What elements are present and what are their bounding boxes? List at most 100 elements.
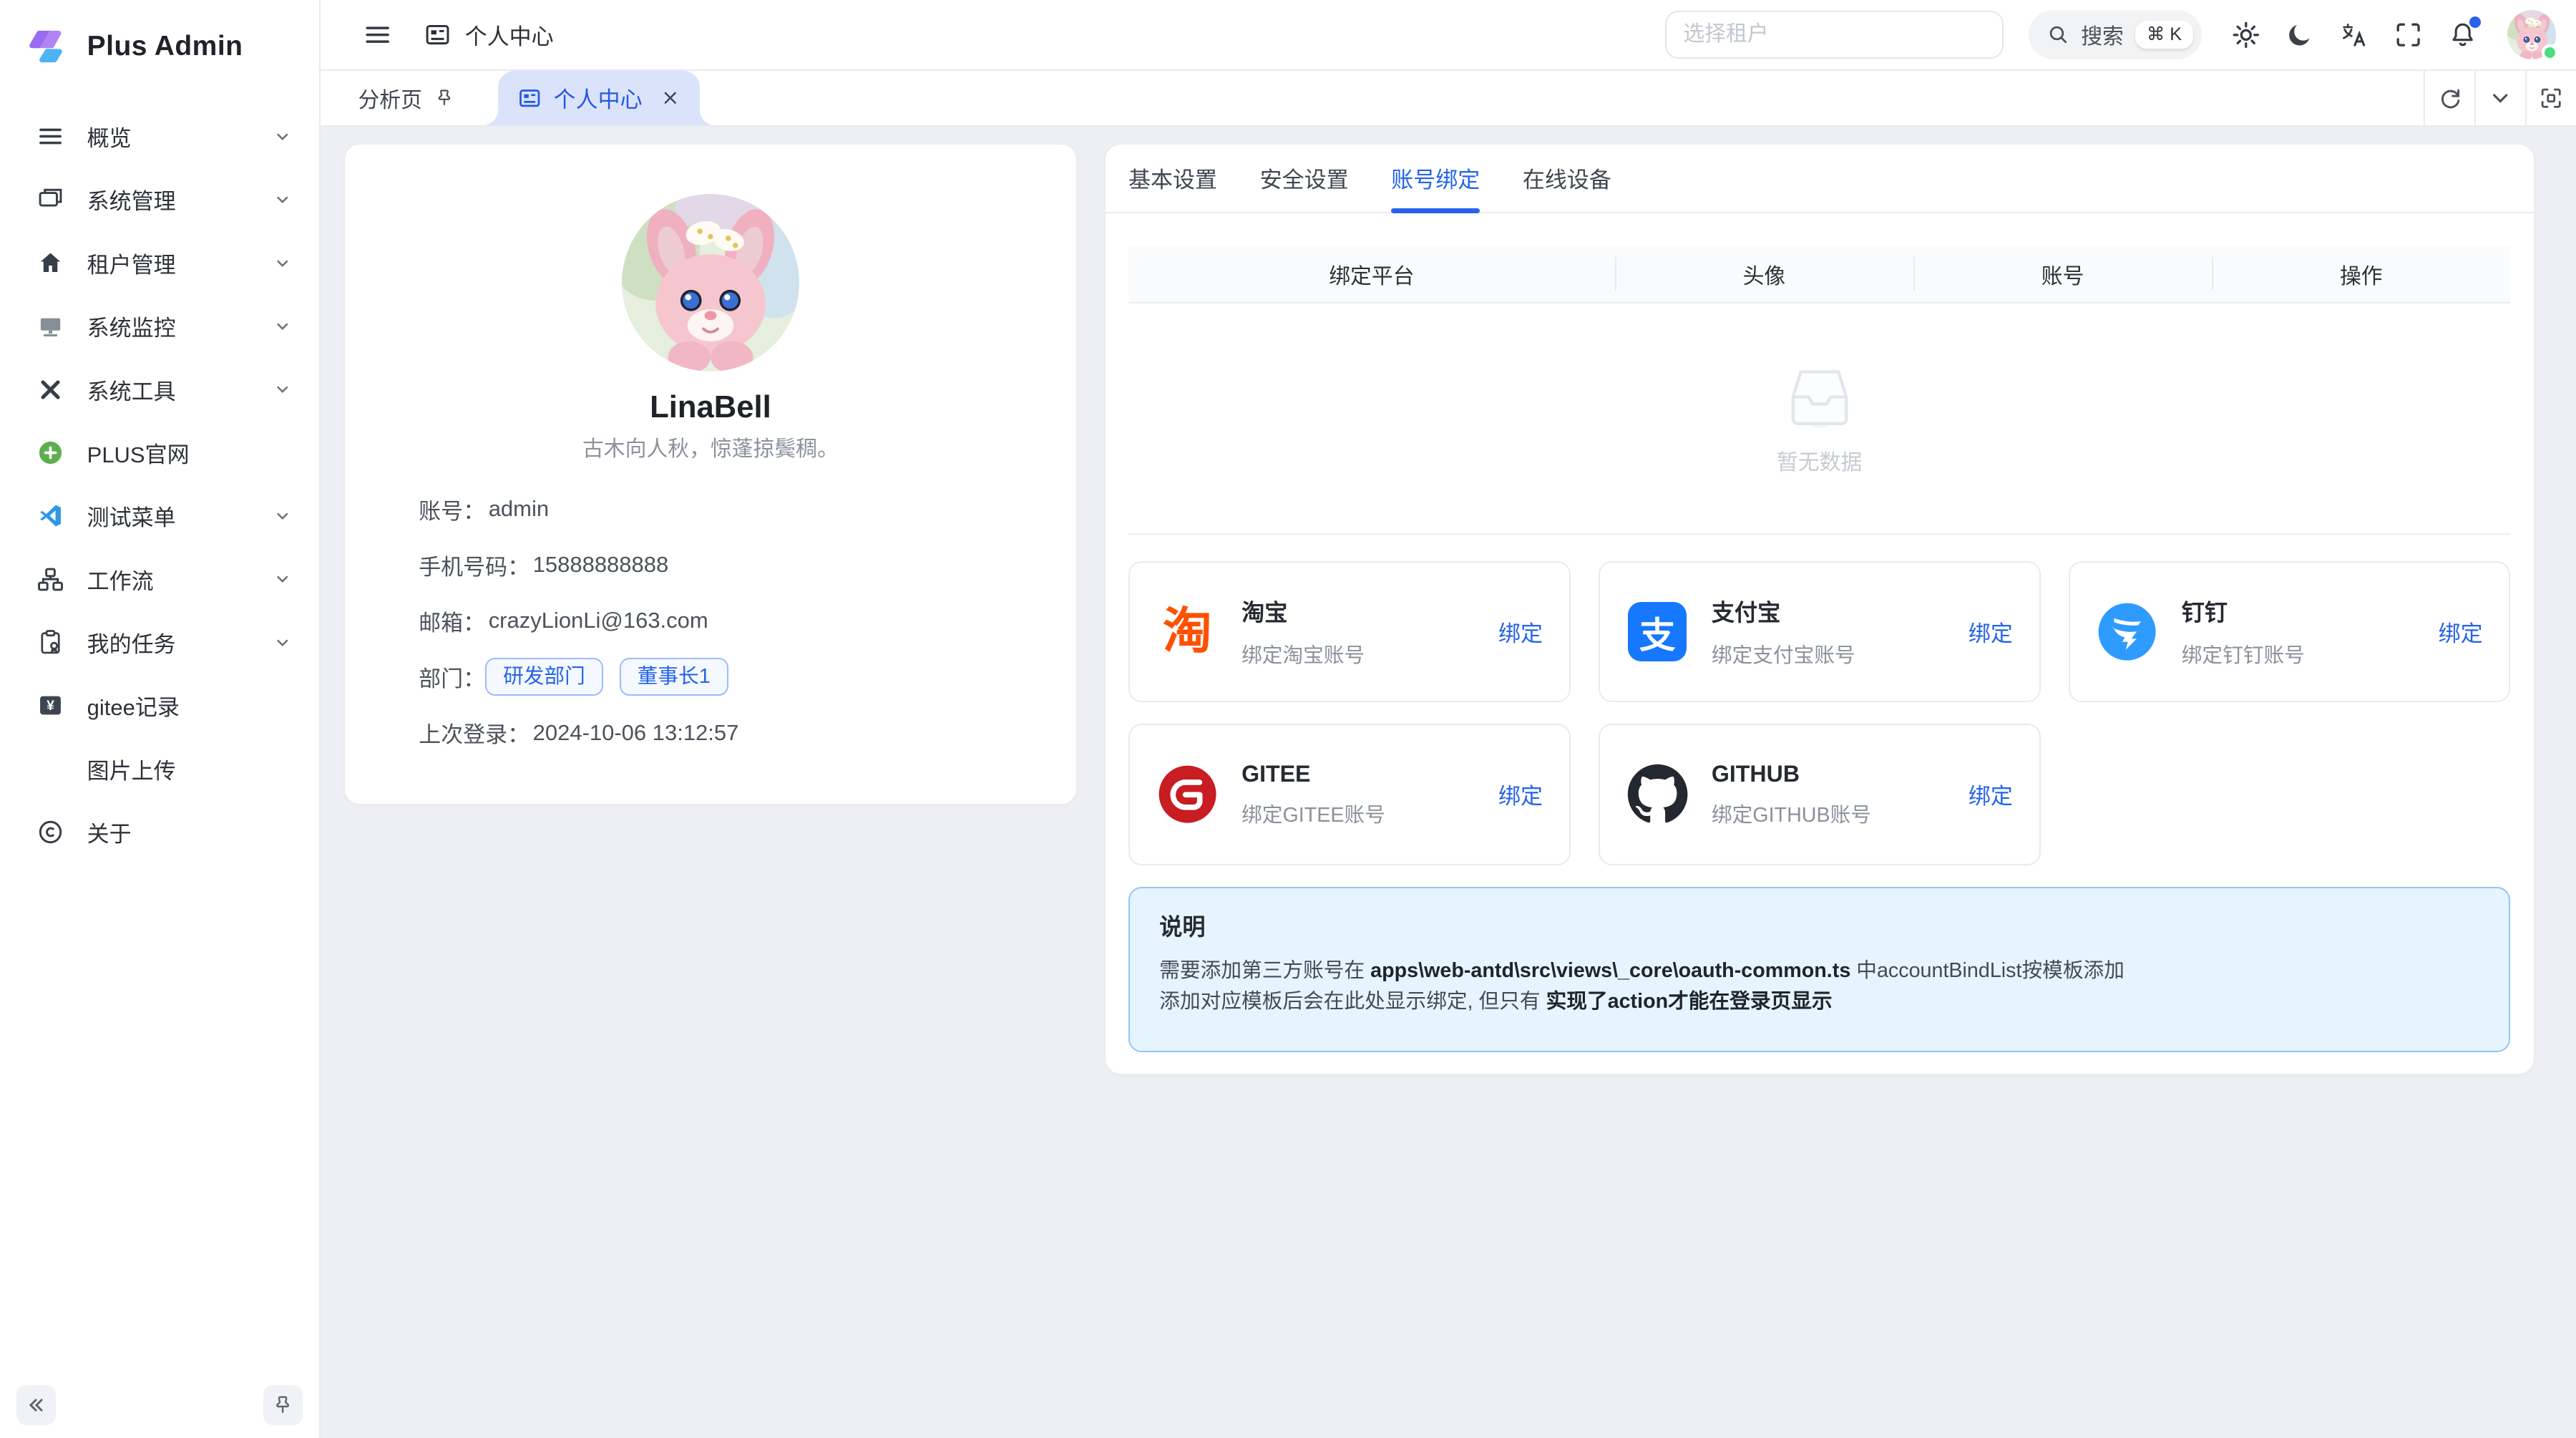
workflow-icon <box>36 565 64 593</box>
profile-field-last-login: 上次登录： 2024-10-06 13:12:57 <box>419 705 1076 761</box>
field-label: 上次登录： <box>419 716 530 749</box>
copyright-icon <box>36 818 64 846</box>
settings-gear-icon <box>2230 19 2262 51</box>
app-logo[interactable]: Plus Admin <box>0 0 319 85</box>
chevron-down-icon <box>273 253 293 273</box>
app-title: Plus Admin <box>87 31 243 62</box>
tools-icon <box>36 376 64 404</box>
bind-link[interactable]: 绑定 <box>1498 616 1543 648</box>
instructions-note: 说明 需要添加第三方账号在 apps\web-antd\src\views\_c… <box>1128 887 2510 1053</box>
profile-motto: 古木向人秋，惊蓬掠鬓稠。 <box>345 437 1076 463</box>
binding-desc: 绑定淘宝账号 <box>1241 639 1498 669</box>
note-title: 说明 <box>1159 909 2479 942</box>
sidebar: Plus Admin 概览 系统管理 租户管理 系统监控 <box>0 0 321 1438</box>
field-value: 2024-10-06 13:12:57 <box>533 720 739 746</box>
sidebar-pin-button[interactable] <box>263 1385 303 1424</box>
sidebar-collapse-button[interactable] <box>16 1385 56 1424</box>
profile-fields: 账号： admin 手机号码： 15888888888 邮箱： crazyLio… <box>419 481 1076 760</box>
chevron-down-icon <box>273 379 293 399</box>
svg-text:¥: ¥ <box>47 699 54 714</box>
theme-toggle-button[interactable] <box>2277 11 2323 57</box>
id-card-icon <box>424 21 452 49</box>
yen-badge-icon: ¥ <box>36 691 64 719</box>
note-line-1: 需要添加第三方账号在 apps\web-antd\src\views\_core… <box>1159 956 2479 987</box>
binding-card-gitee: GITEE 绑定GITEE账号 绑定 <box>1128 724 1571 865</box>
taobao-logo: 淘 <box>1156 601 1219 663</box>
sidebar-item-gitee-records[interactable]: ¥ gitee记录 <box>13 678 306 734</box>
language-button[interactable] <box>2331 11 2377 57</box>
bind-link[interactable]: 绑定 <box>1498 778 1543 810</box>
bind-link[interactable]: 绑定 <box>1968 616 2013 648</box>
sidebar-item-tenant-management[interactable]: 租户管理 <box>13 235 306 291</box>
sidebar-item-test-menu[interactable]: 测试菜单 <box>13 488 306 544</box>
binding-title: GITEE <box>1241 761 1498 787</box>
notification-dot <box>2469 16 2481 28</box>
tab-account-binding[interactable]: 账号绑定 <box>1391 145 1480 212</box>
breadcrumb[interactable]: 个人中心 <box>424 19 553 51</box>
column-platform: 绑定平台 <box>1128 246 1615 302</box>
binding-desc: 绑定钉钉账号 <box>2182 639 2439 669</box>
sidebar-nav: 概览 系统管理 租户管理 系统监控 系统工具 <box>0 85 319 860</box>
bind-link[interactable]: 绑定 <box>1968 778 2013 810</box>
search-shortcut-badge: ⌘ K <box>2135 21 2193 49</box>
fullscreen-button[interactable] <box>2386 11 2431 57</box>
sidebar-item-about[interactable]: 关于 <box>13 805 306 860</box>
department-tag: 董事长1 <box>620 658 728 695</box>
search-icon <box>2046 23 2069 46</box>
global-search-button[interactable]: 搜索 ⌘ K <box>2029 10 2202 59</box>
fullscreen-icon <box>2394 20 2423 49</box>
tenant-select-input[interactable] <box>1665 11 2004 59</box>
sidebar-item-plus-website[interactable]: PLUS官网 <box>13 424 306 480</box>
tab-analysis[interactable]: 分析页 <box>321 71 475 125</box>
tab-personal-center[interactable]: 个人中心 <box>498 71 700 125</box>
tab-online-devices[interactable]: 在线设备 <box>1523 145 1611 212</box>
department-tag: 研发部门 <box>485 658 603 695</box>
bind-link[interactable]: 绑定 <box>2439 616 2483 648</box>
sidebar-item-system-monitor[interactable]: 系统监控 <box>13 298 306 354</box>
task-clipboard-icon <box>36 628 64 656</box>
sidebar-item-system-tools[interactable]: 系统工具 <box>13 361 306 417</box>
header-actions: 搜索 ⌘ K <box>1665 10 2556 59</box>
pin-icon[interactable] <box>434 87 455 109</box>
tab-security-settings[interactable]: 安全设置 <box>1260 145 1349 212</box>
chevron-down-icon <box>273 569 293 589</box>
tab-basic-settings[interactable]: 基本设置 <box>1128 145 1217 212</box>
refresh-button[interactable] <box>2424 71 2474 125</box>
breadcrumb-label: 个人中心 <box>465 19 554 51</box>
notifications-button[interactable] <box>2439 11 2485 57</box>
sidebar-item-my-tasks[interactable]: 我的任务 <box>13 615 306 671</box>
binding-table: 绑定平台 头像 账号 操作 暂无数据 <box>1128 246 2510 535</box>
field-label: 手机号码： <box>419 549 530 581</box>
chevron-down-icon <box>273 190 293 210</box>
dingtalk-logo <box>2096 601 2158 663</box>
translate-icon <box>2339 20 2368 49</box>
sidebar-item-workflow[interactable]: 工作流 <box>13 551 306 607</box>
binding-title: 支付宝 <box>1712 595 1968 628</box>
chevron-down-icon <box>2488 86 2512 110</box>
field-label: 账号： <box>419 493 485 525</box>
sidebar-footer <box>0 1382 319 1425</box>
binding-title: GITHUB <box>1712 761 1968 787</box>
settings-panel: 基本设置 安全设置 账号绑定 在线设备 绑定平台 头像 账号 操作 <box>1104 143 2535 1075</box>
profile-field-phone: 手机号码： 15888888888 <box>419 537 1076 593</box>
sidebar-item-overview[interactable]: 概览 <box>13 109 306 165</box>
field-value: admin <box>489 496 549 522</box>
alipay-logo: 支 <box>1626 601 1689 663</box>
content-maximize-button[interactable] <box>2525 71 2576 125</box>
main-content: LinaBell 古木向人秋，惊蓬掠鬓稠。 账号： admin 手机号码： 15… <box>321 127 2576 1438</box>
empty-state: 暂无数据 <box>1128 303 2510 535</box>
chevron-down-icon <box>273 316 293 336</box>
column-actions: 操作 <box>2212 246 2510 302</box>
refresh-icon <box>2438 86 2462 110</box>
field-value: 15888888888 <box>533 552 669 578</box>
sidebar-item-image-upload[interactable]: 图片上传 <box>13 741 306 797</box>
gitee-logo <box>1156 763 1219 825</box>
settings-button[interactable] <box>2223 11 2268 57</box>
no-icon <box>36 755 64 783</box>
sidebar-item-system-management[interactable]: 系统管理 <box>13 172 306 228</box>
tab-menu-button[interactable] <box>2474 71 2525 125</box>
tab-close-button[interactable] <box>660 88 680 108</box>
github-logo <box>1626 763 1689 825</box>
user-avatar[interactable] <box>2507 10 2557 59</box>
sidebar-toggle-button[interactable] <box>355 11 401 57</box>
